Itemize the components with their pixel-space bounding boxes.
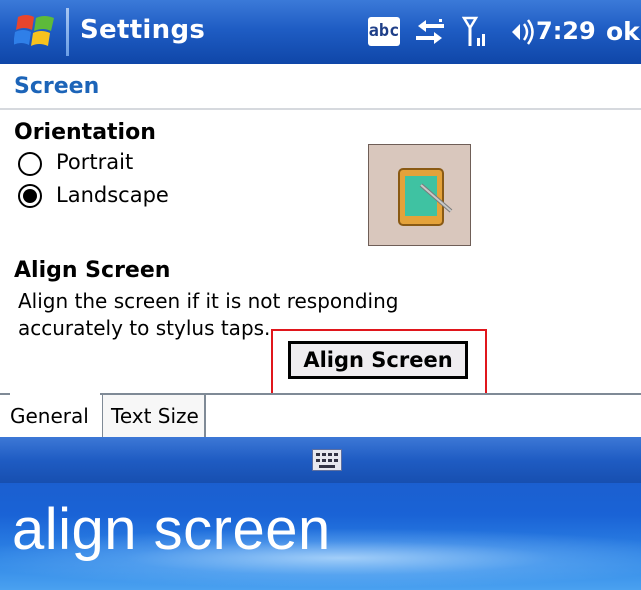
- clock[interactable]: 7:29: [536, 17, 596, 45]
- portrait-label[interactable]: Portrait: [56, 150, 133, 174]
- windows-start-icon[interactable]: [14, 11, 58, 51]
- align-screen-description: Align the screen if it is not responding…: [18, 289, 399, 340]
- page-title: Screen: [14, 74, 100, 99]
- landscape-device-icon: [398, 168, 453, 226]
- align-screen-button[interactable]: Align Screen: [288, 341, 468, 379]
- title-separator: [66, 8, 69, 56]
- landscape-radio[interactable]: [18, 184, 42, 208]
- volume-icon[interactable]: [506, 18, 540, 46]
- page-header: Screen: [0, 64, 641, 110]
- title-bar: Settings abc 7:29 ok: [0, 0, 641, 64]
- tab-general[interactable]: General: [10, 393, 100, 437]
- menu-bar: [0, 437, 641, 483]
- orientation-heading: Orientation: [14, 120, 156, 145]
- ok-button[interactable]: ok: [598, 14, 641, 50]
- signal-strength-icon[interactable]: [462, 16, 490, 48]
- input-method-icon[interactable]: abc: [368, 17, 400, 46]
- portrait-radio[interactable]: [18, 152, 42, 176]
- caption-text: align screen: [12, 497, 331, 562]
- connectivity-icon[interactable]: [412, 16, 448, 48]
- app-title: Settings: [80, 15, 206, 45]
- align-screen-heading: Align Screen: [14, 258, 171, 283]
- landscape-label[interactable]: Landscape: [56, 183, 169, 207]
- tab-text-size[interactable]: Text Size: [102, 393, 206, 437]
- orientation-preview: [368, 144, 471, 246]
- tab-strip: General Text Size: [0, 393, 641, 437]
- keyboard-icon[interactable]: [312, 449, 342, 471]
